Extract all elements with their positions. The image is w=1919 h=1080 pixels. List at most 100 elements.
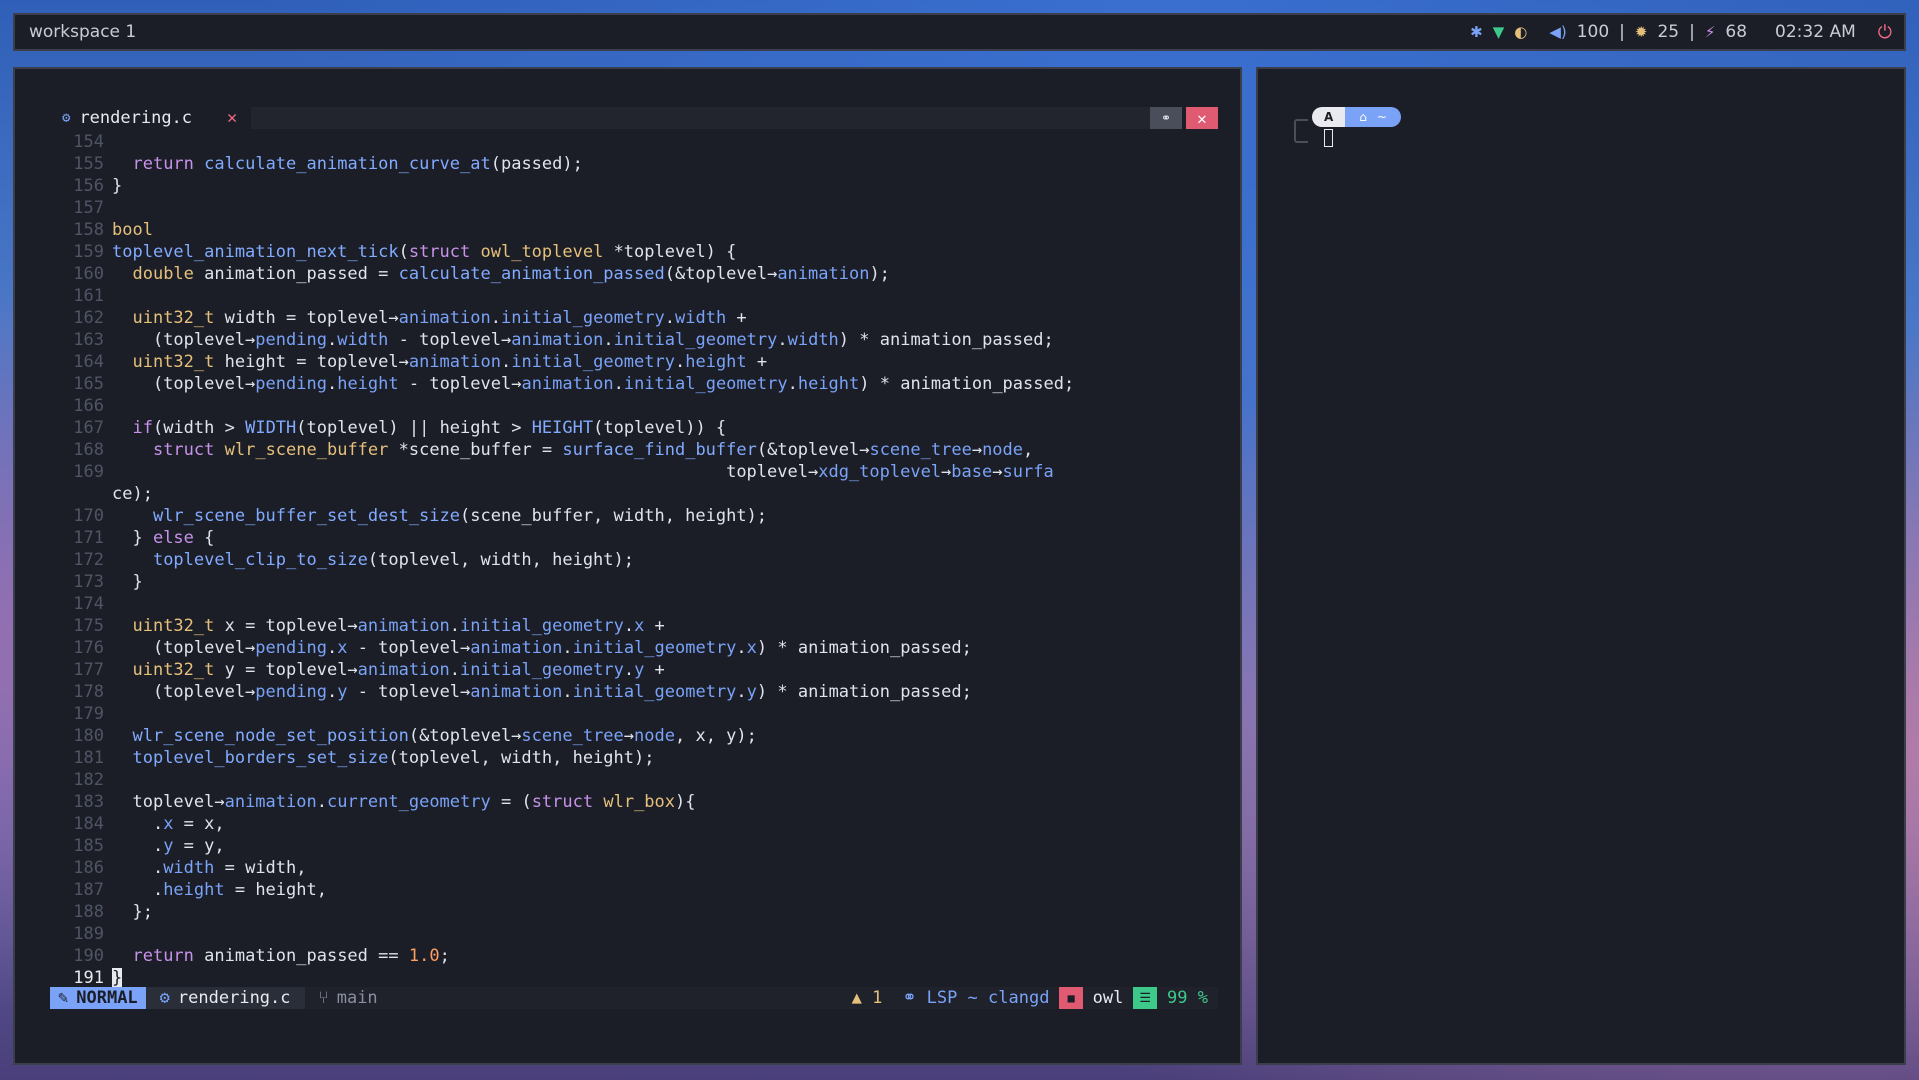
code-line[interactable]: 177 uint32_t y = toplevel→animation.init… (50, 659, 1220, 681)
workspace-label[interactable]: workspace 1 (29, 22, 1470, 42)
line-number (50, 483, 112, 505)
clock[interactable]: 02:32 AM (1775, 22, 1856, 42)
code-line[interactable]: 175 uint32_t x = toplevel→animation.init… (50, 615, 1220, 637)
close-buffer-button[interactable]: ✕ (1186, 107, 1218, 129)
code-line[interactable]: 157 (50, 197, 1220, 219)
line-number: 173 (73, 572, 104, 592)
code-line[interactable]: 171 } else { (50, 527, 1220, 549)
code-line[interactable]: 188 }; (50, 901, 1220, 923)
code-line[interactable]: 183 toplevel→animation.current_geometry … (50, 791, 1220, 813)
volume-value: 100 (1576, 22, 1610, 42)
line-number: 181 (73, 748, 104, 768)
code-line[interactable]: 185 .y = y, (50, 835, 1220, 857)
volume-icon[interactable]: ◀) (1549, 23, 1566, 41)
code-line[interactable]: 162 uint32_t width = toplevel→animation.… (50, 307, 1220, 329)
line-text: (toplevel→pending.width - toplevel→anima… (112, 330, 1054, 350)
code-line[interactable]: 154 (50, 131, 1220, 153)
line-text: uint32_t x = toplevel→animation.initial_… (132, 616, 665, 636)
code-line[interactable]: 190 return animation_passed == 1.0; (50, 945, 1220, 967)
line-number: 184 (73, 814, 104, 834)
code-line[interactable]: 176 (toplevel→pending.x - toplevel→anima… (50, 637, 1220, 659)
terminal-cursor (1324, 129, 1333, 147)
code-line[interactable]: 187 .height = height, (50, 879, 1220, 901)
code-line[interactable]: 160 double animation_passed = calculate_… (50, 263, 1220, 285)
code-line[interactable]: 182 (50, 769, 1220, 791)
code-line[interactable]: 166 (50, 395, 1220, 417)
editor-window[interactable]: ⚙ rendering.c ✕ ⚭ ✕ 154 155 return calcul… (13, 67, 1242, 1065)
diagnostics-warnings[interactable]: ▲ 1 (842, 988, 893, 1008)
line-number: 158 (73, 220, 104, 240)
code-line[interactable]: 158 bool (50, 219, 1220, 241)
code-line[interactable]: 180 wlr_scene_node_set_position(&topleve… (50, 725, 1220, 747)
line-number: 183 (73, 792, 104, 812)
line-number: 180 (73, 726, 104, 746)
lsp-toggle-button[interactable]: ⚭ (1150, 107, 1182, 129)
code-line[interactable]: 165 (toplevel→pending.height - toplevel→… (50, 373, 1220, 395)
line-number: 163 (73, 330, 104, 350)
line-number: 162 (73, 308, 104, 328)
tab-close-icon[interactable]: ✕ (227, 108, 237, 128)
line-number: 165 (73, 374, 104, 394)
line-text: return calculate_animation_curve_at(pass… (132, 154, 583, 174)
code-line[interactable]: 163 (toplevel→pending.width - toplevel→a… (50, 329, 1220, 351)
status-line: ✎ NORMAL ⚙ rendering.c ⑂ main ▲ 1 ⚭ LSP … (50, 987, 1218, 1009)
line-number: 155 (73, 154, 104, 174)
wifi-icon[interactable]: ▼ (1493, 23, 1505, 41)
folder-icon: ■ (1059, 987, 1083, 1009)
line-number: 160 (73, 264, 104, 284)
night-mode-icon[interactable]: ◐ (1514, 23, 1527, 41)
code-area[interactable]: 154 155 return calculate_animation_curve_… (50, 131, 1220, 1051)
code-line[interactable]: 159 toplevel_animation_next_tick(struct o… (50, 241, 1220, 263)
code-line[interactable]: 178 (toplevel→pending.y - toplevel→anima… (50, 681, 1220, 703)
code-line[interactable]: 179 (50, 703, 1220, 725)
code-line[interactable]: 191} (50, 967, 1220, 989)
line-number: 188 (73, 902, 104, 922)
code-line[interactable]: 164 uint32_t height = toplevel→animation… (50, 351, 1220, 373)
line-text: .height = height, (112, 880, 327, 900)
terminal-window[interactable]: Α ⌂ ~ (1256, 67, 1906, 1065)
line-number: 171 (73, 528, 104, 548)
line-number: 185 (73, 836, 104, 856)
line-number: 189 (73, 924, 104, 944)
tab-line: ⚙ rendering.c ✕ ⚭ ✕ (50, 107, 1218, 129)
line-number: 154 (73, 132, 104, 152)
line-text: .y = y, (112, 836, 225, 856)
power-icon[interactable]: ⏻ (1878, 22, 1892, 43)
tab-label: rendering.c (79, 108, 193, 128)
line-text: toplevel_borders_set_size(toplevel, widt… (132, 748, 655, 768)
code-line[interactable]: 186 .width = width, (50, 857, 1220, 879)
line-text: toplevel→xdg_toplevel→base→surfa (112, 462, 1054, 482)
code-line[interactable]: 189 (50, 923, 1220, 945)
line-text: wlr_scene_node_set_position(&toplevel→sc… (132, 726, 757, 746)
line-number: 186 (73, 858, 104, 878)
prompt-bracket (1294, 119, 1308, 143)
tab-rendering-c[interactable]: ⚙ rendering.c ✕ (50, 108, 252, 128)
line-text: wlr_scene_buffer_set_dest_size(scene_buf… (152, 506, 768, 526)
code-line[interactable]: 167 if(width > WIDTH(toplevel) || height… (50, 417, 1220, 439)
line-number: 164 (73, 352, 104, 372)
code-line[interactable]: 155 return calculate_animation_curve_at(… (50, 153, 1220, 175)
line-text: double animation_passed = calculate_anim… (132, 264, 890, 284)
code-line[interactable]: 174 (50, 593, 1220, 615)
code-line[interactable]: 156} (50, 175, 1220, 197)
code-line[interactable]: 169 toplevel→xdg_toplevel→base→surfa (50, 461, 1220, 483)
code-line[interactable]: 181 toplevel_borders_set_size(toplevel, … (50, 747, 1220, 769)
line-text: .x = x, (112, 814, 225, 834)
code-line[interactable]: 161 (50, 285, 1220, 307)
code-line[interactable]: 172 toplevel_clip_to_size(toplevel, widt… (50, 549, 1220, 571)
code-line[interactable]: 173 } (50, 571, 1220, 593)
line-text (112, 923, 1220, 945)
git-branch: ⑂ main (305, 988, 392, 1008)
top-bar: workspace 1 ✱ ▼ ◐ ◀) 100 | ✹ 25 | ⚡ 68 0… (13, 13, 1906, 51)
code-line[interactable]: 184 .x = x, (50, 813, 1220, 835)
line-text (112, 285, 1220, 307)
code-line[interactable]: ce); (50, 483, 1220, 505)
brightness-icon[interactable]: ✹ (1635, 23, 1648, 41)
line-number: 187 (73, 880, 104, 900)
line-text: ce); (112, 484, 153, 504)
code-line[interactable]: 168 struct wlr_scene_buffer *scene_buffe… (50, 439, 1220, 461)
bluetooth-icon[interactable]: ✱ (1470, 23, 1483, 41)
code-line[interactable]: 170 wlr_scene_buffer_set_dest_size(scene… (50, 505, 1220, 527)
progress-icon: ☰ (1133, 987, 1158, 1009)
lsp-label: LSP ~ clangd (926, 988, 1050, 1008)
